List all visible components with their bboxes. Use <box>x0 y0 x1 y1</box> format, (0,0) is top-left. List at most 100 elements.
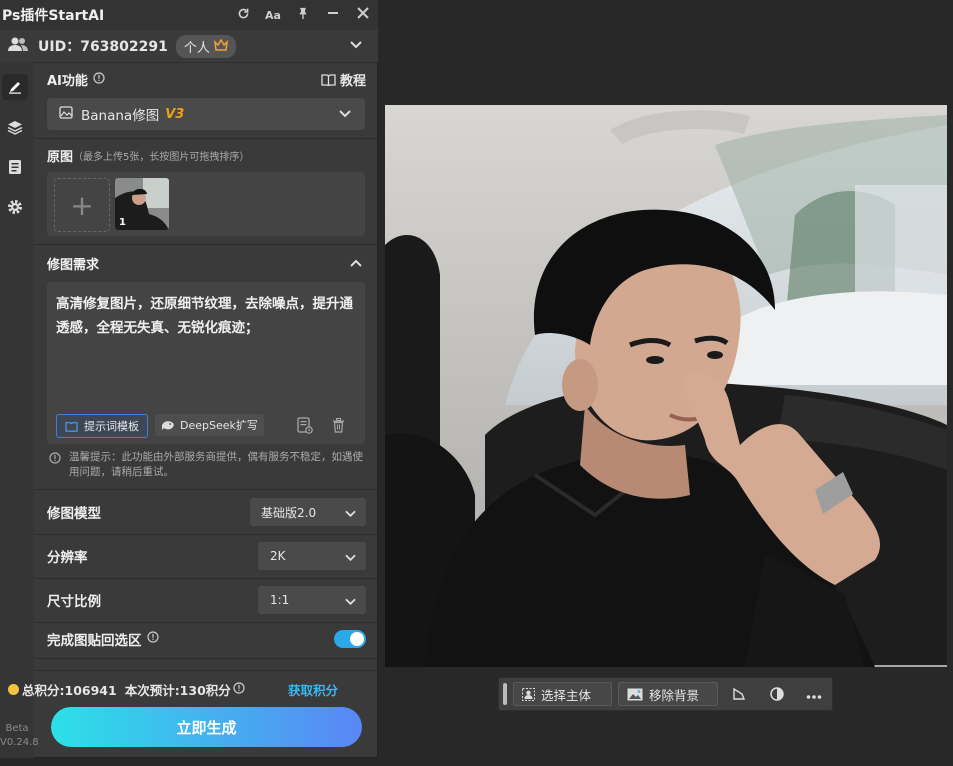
remove-background-button[interactable]: 移除背景 <box>618 682 718 706</box>
book-icon <box>321 74 336 86</box>
service-tip: 温馨提示：此功能由外部服务商提供，偶有服务不稳定，如遇使用问题，请稍后重试。 <box>47 450 365 480</box>
prompt-template-button[interactable]: 提示词模板 <box>56 414 148 438</box>
resolution-label: 分辨率 <box>47 550 88 566</box>
thumbnail-index: 1 <box>119 217 126 228</box>
history-icon[interactable] <box>297 417 313 438</box>
font-size-icon[interactable]: Aa <box>258 9 288 22</box>
title-bar: Ps插件StartAI Aa <box>0 0 378 31</box>
info-icon[interactable] <box>93 71 105 88</box>
remove-background-label: 移除背景 <box>649 687 700 703</box>
minimize-icon[interactable] <box>318 7 348 23</box>
person-select-icon <box>522 687 535 701</box>
select-subject-label: 选择主体 <box>541 687 592 703</box>
plan-badge[interactable]: 个人 <box>175 34 236 58</box>
image-edit-icon <box>59 105 73 123</box>
model-row: 修图模型 基础版2.0 <box>35 490 378 534</box>
image-upload-area: + 1 <box>47 172 365 236</box>
canvas-image[interactable] <box>385 105 947 667</box>
chevron-up-icon[interactable] <box>350 256 362 271</box>
edit-request-header[interactable]: 修图需求 <box>47 254 366 273</box>
beta-label: Beta <box>5 723 29 734</box>
edit-request-label: 修图需求 <box>47 258 100 273</box>
trash-icon[interactable] <box>332 418 345 437</box>
chevron-down-icon <box>345 595 356 609</box>
startai-panel: Ps插件StartAI Aa UID：763802291 个人 Beta V0.… <box>0 0 378 758</box>
users-icon <box>8 36 28 56</box>
resolution-select[interactable]: 2K <box>258 542 366 570</box>
info-icon[interactable] <box>233 682 245 697</box>
source-images-header: 原图 （最多上传5张，长按图片可拖拽排序） <box>47 146 366 165</box>
source-images-label: 原图 <box>47 150 74 165</box>
contrast-icon[interactable] <box>769 686 785 706</box>
crown-icon <box>213 38 228 54</box>
pin-icon[interactable] <box>288 7 318 24</box>
total-points: 总积分:106941 <box>22 683 117 698</box>
select-subject-button[interactable]: 选择主体 <box>513 682 612 706</box>
lasso-icon[interactable] <box>731 686 747 706</box>
paste-back-label: 完成图贴回选区 <box>47 633 142 649</box>
estimate-points: 本次预计:130积分 <box>124 683 231 698</box>
get-points-link[interactable]: 获取积分 <box>288 680 338 699</box>
ai-function-header: AI功能 教程 <box>47 70 366 89</box>
plan-label: 个人 <box>183 40 210 56</box>
divider <box>35 658 378 659</box>
generate-button[interactable]: 立即生成 <box>51 707 362 747</box>
ratio-select[interactable]: 1:1 <box>258 586 366 614</box>
service-tip-text: 温馨提示：此功能由外部服务商提供，偶有服务不稳定，如遇使用问题，请稍后重试。 <box>69 451 363 478</box>
tutorial-label: 教程 <box>339 74 366 89</box>
points-info: 总积分:106941 本次预计:130积分 获取积分 <box>8 680 338 699</box>
divider <box>35 670 378 671</box>
model-label: 修图模型 <box>47 506 101 522</box>
ratio-value: 1:1 <box>270 593 290 607</box>
image-thumbnail[interactable]: 1 <box>115 178 169 230</box>
portrait-photo <box>385 105 947 667</box>
divider <box>35 244 378 245</box>
uid-label: UID：763802291 <box>38 39 168 55</box>
resolution-row: 分辨率 2K <box>35 534 378 578</box>
tutorial-link[interactable]: 教程 <box>321 70 366 89</box>
refresh-icon[interactable] <box>228 7 258 24</box>
edit-request-textarea[interactable]: 高清修复图片，还原细节纹理，去除噪点，提升通透感，全程无失真、无锐化痕迹； 提示… <box>47 282 365 444</box>
coin-icon <box>8 684 19 695</box>
chevron-down-icon <box>345 507 356 521</box>
paste-back-toggle[interactable] <box>334 630 366 648</box>
edit-icon[interactable] <box>2 74 28 100</box>
contextual-task-bar: 选择主体 移除背景 <box>498 677 833 711</box>
source-images-hint: （最多上传5张，长按图片可拖拽排序） <box>73 152 250 163</box>
deepseek-expand-button[interactable]: DeepSeek扩写 <box>155 414 264 436</box>
chevron-down-icon <box>345 551 356 565</box>
paste-back-row: 完成图贴回选区 <box>35 617 378 661</box>
ai-function-value: Banana修图 <box>81 108 160 124</box>
divider <box>35 138 378 139</box>
ai-function-label: AI功能 <box>47 74 88 89</box>
more-icon[interactable] <box>806 689 822 704</box>
close-icon[interactable] <box>348 7 378 23</box>
edit-request-text[interactable]: 高清修复图片，还原细节纹理，去除噪点，提升通透感，全程无失真、无锐化痕迹； <box>56 292 355 340</box>
plus-icon: + <box>70 188 94 222</box>
ratio-row: 尺寸比例 1:1 <box>35 578 378 622</box>
resolution-value: 2K <box>270 549 286 563</box>
info-icon <box>49 452 61 480</box>
settings-icon[interactable] <box>2 194 28 220</box>
version-label: V0.24.8 <box>0 737 39 748</box>
version-badge: V3 <box>165 106 185 122</box>
chevron-down-icon[interactable] <box>350 38 362 53</box>
chevron-down-icon <box>339 107 351 122</box>
model-select[interactable]: 基础版2.0 <box>250 498 366 526</box>
remove-bg-icon <box>627 688 643 700</box>
add-image-button[interactable]: + <box>54 178 110 232</box>
ai-function-select[interactable]: Banana修图 V3 <box>47 98 365 130</box>
info-icon[interactable] <box>146 631 335 647</box>
layers-icon[interactable] <box>2 114 28 140</box>
drag-handle[interactable] <box>503 683 507 705</box>
ratio-label: 尺寸比例 <box>47 594 101 610</box>
deepseek-icon <box>162 420 174 430</box>
deepseek-expand-label: DeepSeek扩写 <box>180 419 258 432</box>
app-title: Ps插件StartAI <box>2 8 105 24</box>
sidebar <box>0 62 34 758</box>
notes-icon[interactable] <box>2 154 28 180</box>
version-info: Beta V0.24.8 <box>0 722 39 750</box>
model-value: 基础版2.0 <box>261 505 317 520</box>
prompt-template-label: 提示词模板 <box>84 420 139 433</box>
book-icon <box>65 421 78 432</box>
